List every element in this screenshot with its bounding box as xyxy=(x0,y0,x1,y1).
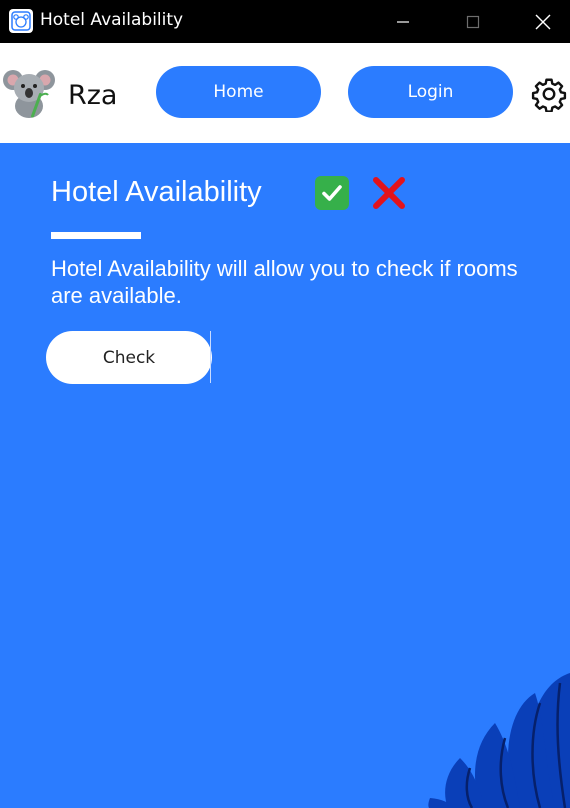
check-button[interactable]: Check xyxy=(46,331,212,384)
close-button[interactable] xyxy=(520,0,566,43)
app-header: Rza Home Login xyxy=(0,43,570,143)
check-mark-emoji xyxy=(315,176,349,210)
maximize-button[interactable] xyxy=(450,0,496,43)
maximize-icon xyxy=(466,15,480,28)
koala-logo xyxy=(3,70,55,118)
page-title: Hotel Availability xyxy=(51,176,262,208)
minimize-icon xyxy=(397,20,409,23)
main-content: Hotel Availability Hotel Availability wi… xyxy=(0,143,570,808)
koala-app-icon xyxy=(11,11,31,31)
check-mark-icon xyxy=(322,185,342,201)
cross-mark-emoji xyxy=(373,177,405,209)
brand-name: Rza xyxy=(68,80,118,111)
window-title: Hotel Availability xyxy=(40,10,184,30)
home-button[interactable]: Home xyxy=(156,66,321,118)
login-button[interactable]: Login xyxy=(348,66,513,118)
leaf-decoration xyxy=(428,673,570,808)
minimize-button[interactable] xyxy=(380,0,426,43)
app-window: Hotel Availability Rza Home Login Hotel … xyxy=(0,0,570,808)
app-icon xyxy=(9,9,33,33)
page-description: Hotel Availability will allow you to che… xyxy=(51,256,518,308)
title-bar: Hotel Availability xyxy=(0,0,570,43)
text-caret xyxy=(210,331,211,383)
title-underline xyxy=(51,232,141,239)
close-icon xyxy=(535,14,551,29)
gear-icon[interactable] xyxy=(531,76,567,112)
